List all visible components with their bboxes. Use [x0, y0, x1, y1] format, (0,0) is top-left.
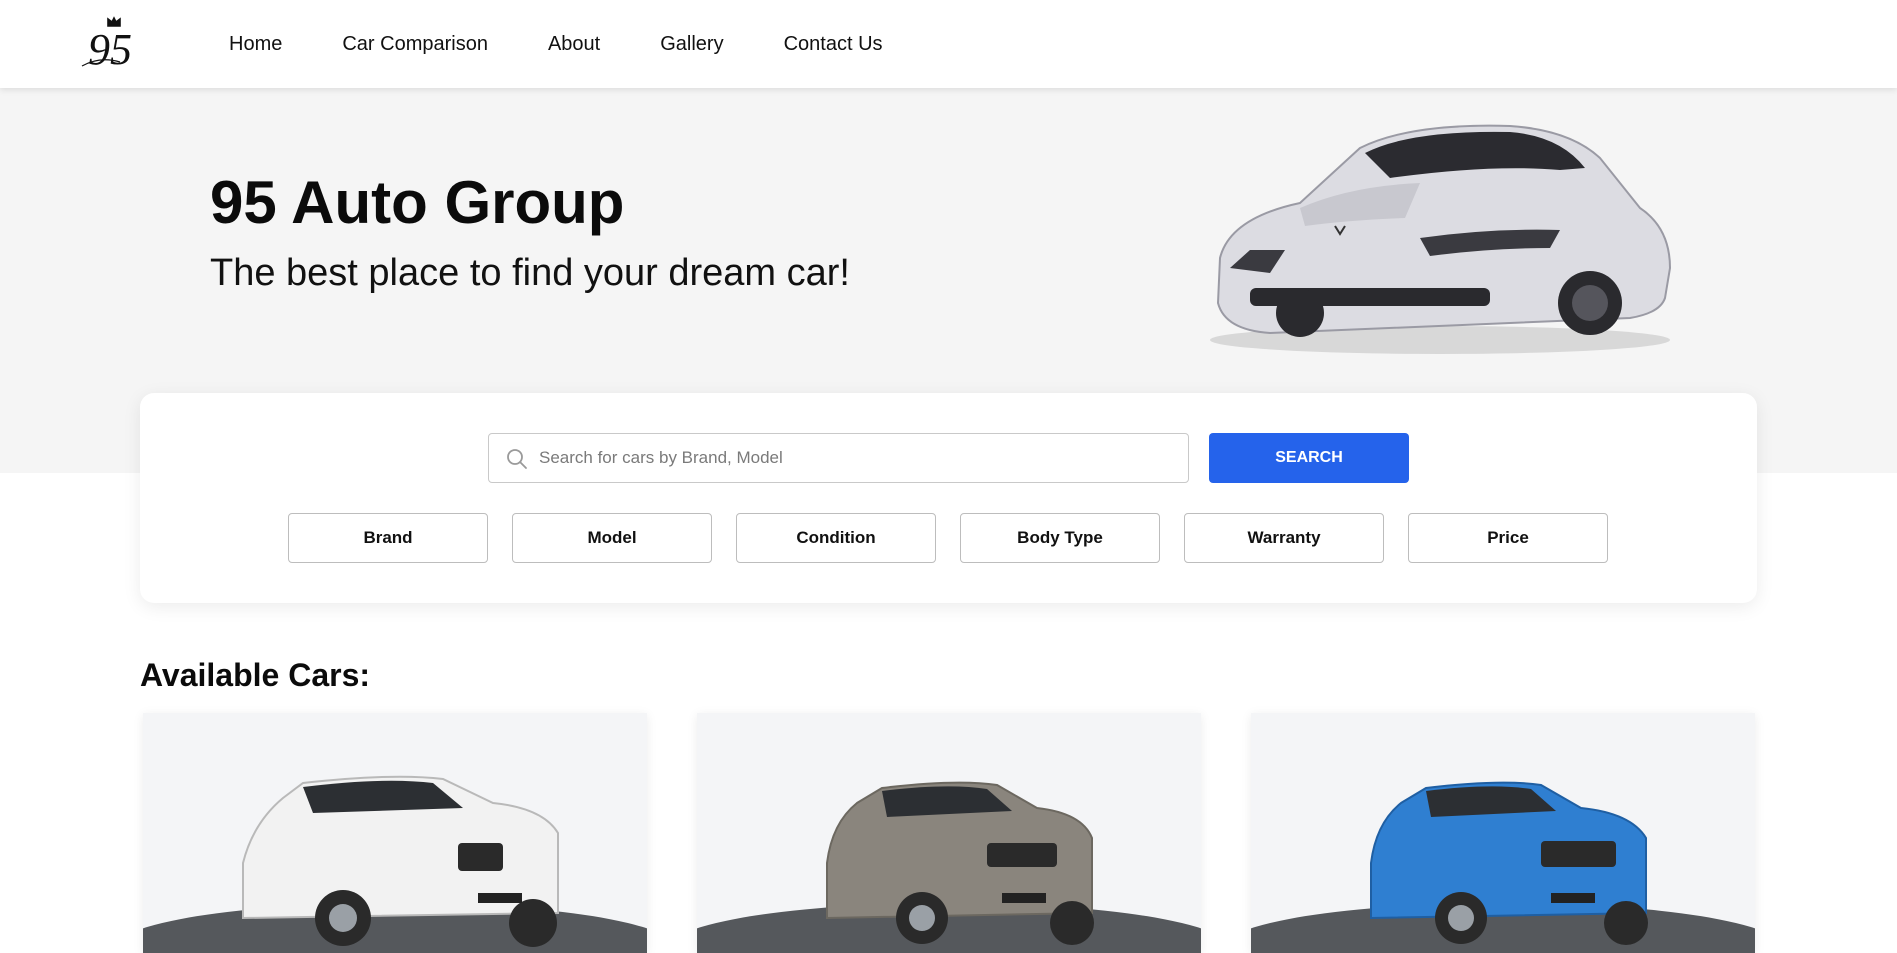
available-cars-title: Available Cars:: [140, 657, 371, 693]
hero-title: 95 Auto Group: [210, 169, 625, 236]
hero-subtitle: The best place to find your dream car!: [210, 252, 850, 294]
logo-text: 95: [88, 25, 132, 72]
car-card[interactable]: [143, 713, 647, 953]
filter-warranty[interactable]: Warranty: [1184, 513, 1384, 563]
car-card[interactable]: [697, 713, 1201, 953]
car-photo: [697, 713, 1201, 953]
nav-gallery[interactable]: Gallery: [660, 33, 723, 56]
search-panel: SEARCH Brand Model Condition Body Type W…: [140, 393, 1757, 603]
search-box[interactable]: [488, 433, 1189, 483]
car-card[interactable]: [1251, 713, 1755, 953]
nav-contact-us[interactable]: Contact Us: [784, 33, 883, 56]
filter-bar: Brand Model Condition Body Type Warranty…: [288, 513, 1608, 563]
nav-home[interactable]: Home: [229, 33, 282, 56]
car-photo: [1251, 713, 1755, 953]
search-button[interactable]: SEARCH: [1209, 433, 1409, 483]
brand-logo[interactable]: 95: [80, 16, 150, 72]
hero-car-image: [1210, 124, 1672, 354]
filter-price[interactable]: Price: [1408, 513, 1608, 563]
nav-about[interactable]: About: [548, 33, 600, 56]
filter-model[interactable]: Model: [512, 513, 712, 563]
filter-body-type[interactable]: Body Type: [960, 513, 1160, 563]
nav-car-comparison[interactable]: Car Comparison: [342, 33, 488, 56]
filter-condition[interactable]: Condition: [736, 513, 936, 563]
main-nav: Home Car Comparison About Gallery Contac…: [229, 0, 943, 88]
filter-brand[interactable]: Brand: [288, 513, 488, 563]
search-icon: [507, 449, 527, 469]
car-photo: [143, 713, 647, 953]
search-input[interactable]: [539, 434, 1179, 482]
top-navbar: 95 Home Car Comparison About Gallery Con…: [0, 0, 1897, 88]
